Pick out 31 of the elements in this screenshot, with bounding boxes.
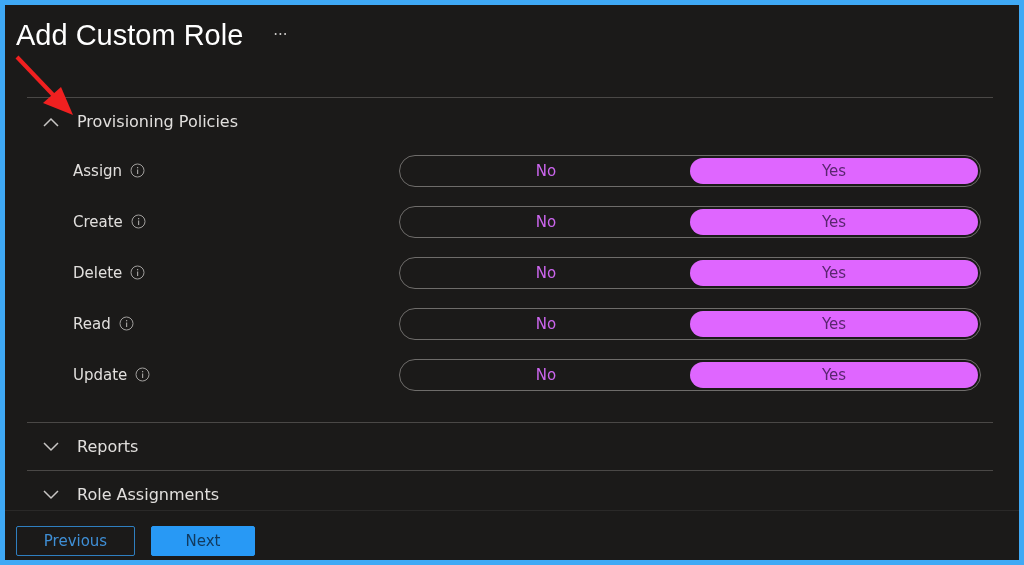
next-button[interactable]: Next	[151, 526, 255, 556]
chevron-down-icon[interactable]	[43, 441, 59, 452]
chevron-down-icon[interactable]	[43, 489, 59, 500]
permission-label: Update	[73, 365, 128, 384]
section-header[interactable]: Reports	[77, 437, 139, 456]
chevron-up-icon[interactable]	[43, 116, 59, 127]
info-icon[interactable]	[118, 316, 134, 331]
permission-label: Assign	[73, 161, 123, 180]
toggle-option[interactable]: Yes	[690, 259, 978, 286]
toggle-option[interactable]: No	[402, 157, 690, 184]
annotation-arrow	[13, 53, 75, 117]
permission-label: Create	[73, 212, 123, 231]
toggle-option[interactable]: Yes	[690, 310, 978, 337]
section-header[interactable]: Role Assignments	[77, 485, 220, 504]
permission-label: Read	[73, 314, 111, 333]
page-title: Add Custom Role	[16, 18, 244, 52]
toggle-option[interactable]: No	[402, 361, 690, 388]
more-options-button[interactable]: ···	[273, 26, 288, 44]
toggle-option[interactable]: No	[402, 259, 690, 286]
previous-button[interactable]: Previous	[16, 526, 135, 556]
permission-label: Delete	[73, 263, 123, 282]
toggle-option[interactable]: Yes	[690, 208, 978, 235]
info-icon[interactable]	[130, 163, 146, 178]
toggle-option[interactable]: No	[402, 208, 690, 235]
info-icon[interactable]	[130, 214, 146, 229]
toggle-option[interactable]: Yes	[690, 157, 978, 184]
info-icon[interactable]	[130, 265, 146, 280]
section-header[interactable]: Provisioning Policies	[77, 112, 238, 131]
toggle-option[interactable]: No	[402, 310, 690, 337]
toggle-option[interactable]: Yes	[690, 361, 978, 388]
info-icon[interactable]	[135, 367, 151, 382]
